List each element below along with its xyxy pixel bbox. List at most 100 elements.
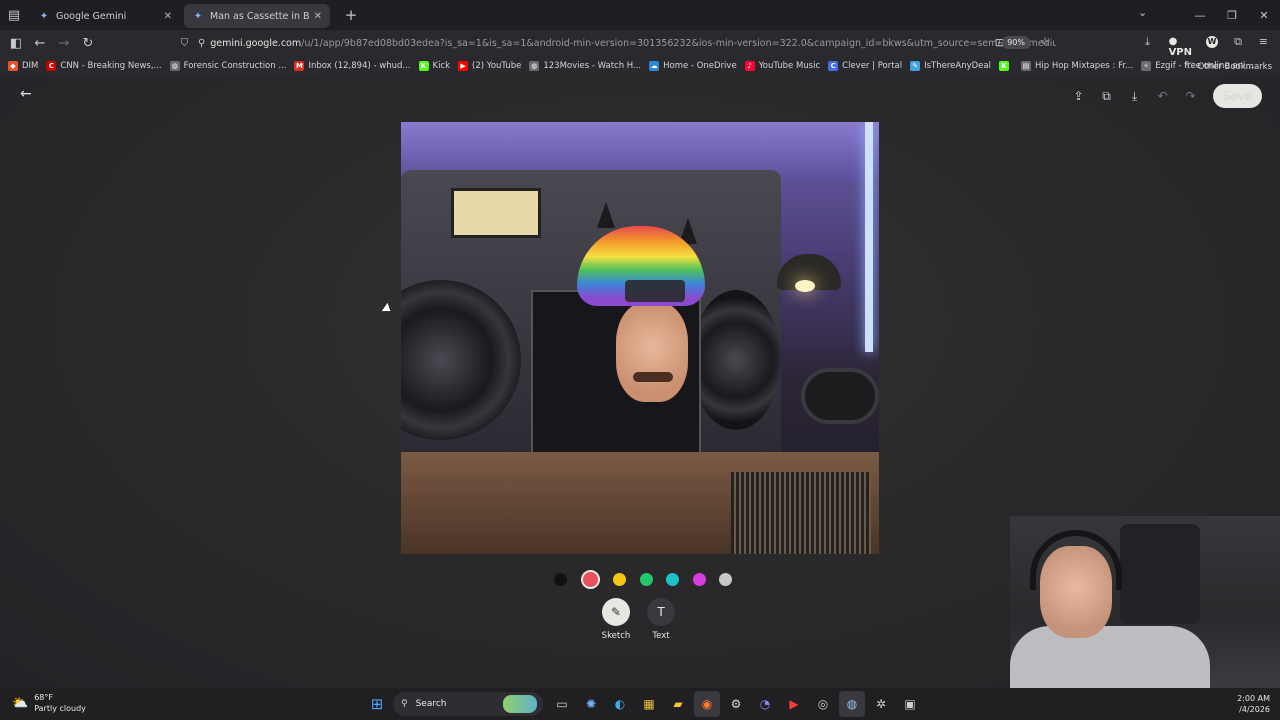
close-window-icon[interactable]: ✕ <box>1248 9 1280 22</box>
system-settings-icon[interactable]: ✲ <box>868 691 894 717</box>
undo-icon[interactable]: ↶ <box>1149 89 1177 103</box>
new-tab-button[interactable]: + <box>338 3 364 27</box>
dim-icon: ◆ <box>8 61 18 71</box>
bookmark-item[interactable]: ▤ Hip Hop Mixtapes : Fr... <box>1020 61 1134 71</box>
zoom-badge[interactable]: 90% <box>1002 36 1030 49</box>
extensions-icon[interactable]: ⧉ <box>1234 35 1242 49</box>
color-swatch-green[interactable] <box>639 573 653 586</box>
address-bar[interactable]: ⛉ ⚲ gemini.google.com/u/1/app/9b87ed08bd… <box>176 32 1056 54</box>
copy-icon[interactable]: ⧉ <box>1093 89 1121 104</box>
bookmark-label: 123Movies - Watch H... <box>543 61 642 71</box>
system-clock[interactable]: 2:00 AM /4/2026 <box>1237 693 1270 715</box>
bookmark-item[interactable]: C CNN - Breaking News,... <box>46 61 162 71</box>
kick-icon: K <box>998 61 1009 71</box>
shield-icon[interactable]: ⛉ <box>176 38 193 49</box>
color-swatch-red[interactable] <box>580 570 600 589</box>
reload-icon[interactable]: ↻ <box>76 31 100 55</box>
close-icon[interactable]: ✕ <box>314 11 322 22</box>
lamp-bulb <box>795 280 815 292</box>
download-icon[interactable]: ⤓ <box>1121 89 1149 104</box>
bookmark-label: (2) YouTube <box>472 61 522 71</box>
file-explorer-icon[interactable]: ▰ <box>665 691 691 717</box>
color-swatch-yellow[interactable] <box>613 573 626 586</box>
redo-icon[interactable]: ↷ <box>1177 89 1205 103</box>
headset <box>1030 530 1122 590</box>
menu-icon[interactable]: ≡ <box>1259 35 1268 48</box>
bookmark-item[interactable]: ◆ DIM <box>8 61 38 71</box>
profile-avatar[interactable]: W <box>1206 36 1218 48</box>
steam-icon[interactable]: ◍ <box>839 691 865 717</box>
edge-icon[interactable]: ◐ <box>607 691 633 717</box>
cnn-icon: C <box>46 61 57 71</box>
color-swatch-black[interactable] <box>554 573 567 586</box>
bookmark-star-icon[interactable]: ☆ <box>1040 35 1050 48</box>
vpn-button[interactable]: ● VPN <box>1169 36 1192 58</box>
restore-icon[interactable]: ❐ <box>1216 9 1248 22</box>
weather-widget[interactable]: ⛅ 68°F Partly cloudy <box>12 692 86 714</box>
back-arrow-icon[interactable]: ← <box>20 86 32 102</box>
settings-gear-icon[interactable]: ⚙ <box>723 691 749 717</box>
other-bookmarks[interactable]: 🗀 Other Bookmarks <box>1185 60 1272 74</box>
back-icon[interactable]: ← <box>28 31 52 55</box>
clever-icon: C <box>828 61 839 71</box>
bookmark-label: CNN - Breaking News,... <box>60 61 162 71</box>
neon-light <box>865 122 873 352</box>
text-tool[interactable]: T Text <box>646 598 676 641</box>
bookmark-item[interactable]: K <box>998 61 1013 71</box>
window-controls: — ❐ ✕ <box>1184 0 1280 30</box>
copilot-icon[interactable]: ✺ <box>578 691 604 717</box>
other-bookmarks-label: Other Bookmarks <box>1197 62 1272 72</box>
generated-image[interactable] <box>401 122 879 554</box>
windows-start-icon[interactable]: ⊞ <box>364 691 390 717</box>
bookmark-item[interactable]: ▶ (2) YouTube <box>458 61 521 71</box>
save-button[interactable]: Save <box>1212 84 1262 108</box>
webcam-overlay <box>1010 516 1280 688</box>
bookmark-item[interactable]: K Kick <box>418 61 451 71</box>
obs-icon[interactable]: ◎ <box>810 691 836 717</box>
bookmark-item[interactable]: ◍ 123Movies - Watch H... <box>529 61 641 71</box>
kick-icon: K <box>418 61 429 71</box>
tab-active-image[interactable]: ✦ Man as Cassette in Boom Box - ✕ <box>184 4 330 28</box>
taskbar-search[interactable]: ⚲ Search <box>393 692 543 716</box>
gemini-icon: ✦ <box>39 10 49 22</box>
bookmark-item[interactable]: ☁ Home - OneDrive <box>649 61 737 71</box>
store-icon[interactable]: ▦ <box>636 691 662 717</box>
minimize-icon[interactable]: — <box>1184 9 1216 22</box>
bookmarks-bar: ◆ DIM C CNN - Breaking News,... ◍ Forensic Co… <box>0 56 1280 76</box>
site-settings-icon[interactable]: ⚲ <box>193 38 210 49</box>
forward-icon[interactable]: → <box>52 31 76 55</box>
tab-google-gemini[interactable]: ✦ Google Gemini ✕ <box>30 4 180 28</box>
globe-icon: ◍ <box>169 61 180 71</box>
sketch-tool[interactable]: ✎ Sketch <box>601 598 631 641</box>
bookmark-item[interactable]: ♪ YouTube Music <box>744 61 820 71</box>
bookmark-item[interactable]: ✎ IsThereAnyDeal <box>910 61 991 71</box>
youtube-music-icon: ♪ <box>744 61 755 71</box>
tab-actions-icon[interactable]: ▤ <box>0 0 28 30</box>
share-icon[interactable]: ⇪ <box>1065 89 1093 103</box>
media-player-icon[interactable]: ▶ <box>781 691 807 717</box>
horn-left <box>597 202 615 228</box>
sidebar-icon[interactable]: ◧ <box>4 31 28 55</box>
bookmark-label: Inbox (12,894) - whud... <box>308 61 411 71</box>
bookmark-label: Hip Hop Mixtapes : Fr... <box>1034 61 1134 71</box>
bookmark-item[interactable]: M Inbox (12,894) - whud... <box>294 61 411 71</box>
download-icon[interactable]: ⤓ <box>1145 35 1150 49</box>
task-view-icon[interactable]: ▭ <box>549 691 575 717</box>
color-swatch-gray[interactable] <box>719 573 732 586</box>
color-swatch-magenta[interactable] <box>692 573 706 586</box>
close-icon[interactable]: ✕ <box>164 11 172 22</box>
firefox-icon[interactable]: ◉ <box>694 691 720 717</box>
itad-icon: ✎ <box>910 61 921 71</box>
text-label: Text <box>652 631 670 641</box>
app-icon[interactable]: ▣ <box>897 691 923 717</box>
bookmark-item[interactable]: C Clever | Portal <box>828 61 902 71</box>
bookmark-item[interactable]: ◍ Forensic Construction ... <box>169 61 286 71</box>
chevron-down-icon[interactable]: ⌄ <box>1138 6 1147 19</box>
discord-icon[interactable]: ◔ <box>752 691 778 717</box>
beanie-logo <box>625 280 685 302</box>
vinyl-records <box>731 472 871 554</box>
bookmark-label: Kick <box>432 61 451 71</box>
globe-icon: ◍ <box>529 61 540 71</box>
editor-toolbar: ⇪ ⧉ ⤓ ↶ ↷ Save <box>1065 84 1280 108</box>
color-swatch-teal[interactable] <box>666 573 679 586</box>
